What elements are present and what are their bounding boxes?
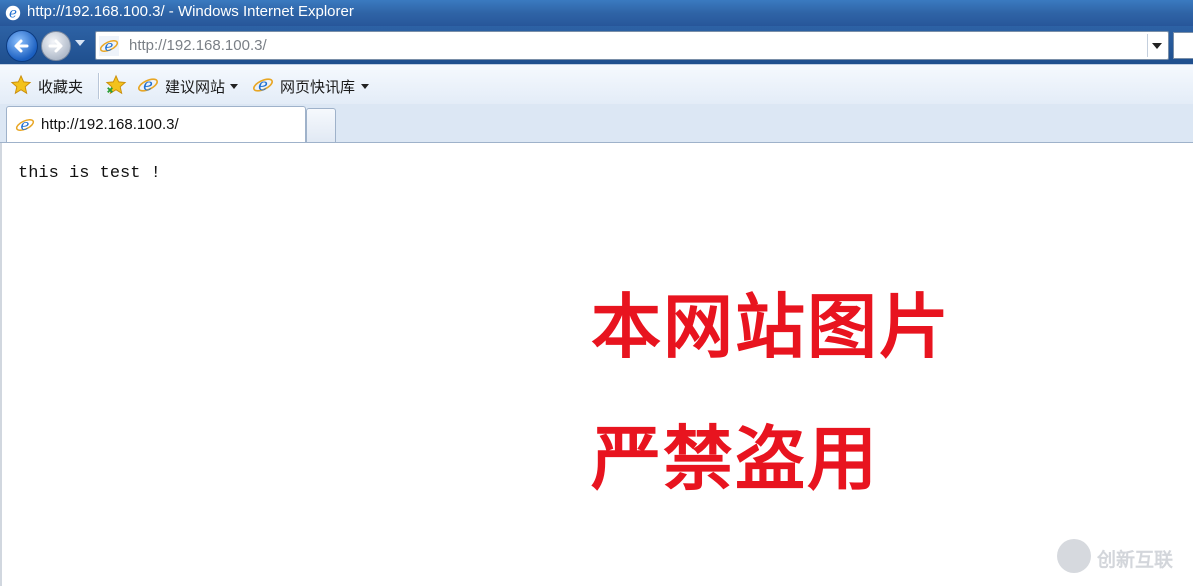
ie-icon: e [15, 116, 35, 134]
back-button[interactable] [6, 30, 38, 62]
page-body-text: this is test ! [18, 164, 161, 183]
navigation-bar: e http://192.168.100.3/ [0, 26, 1193, 64]
add-favorite-icon [105, 74, 127, 95]
watermark: 创新互联 [1057, 539, 1187, 575]
title-bar: e http://192.168.100.3/ - Windows Intern… [0, 0, 1193, 26]
ie-icon: e [99, 36, 119, 56]
star-icon [10, 74, 32, 95]
address-url[interactable]: http://192.168.100.3/ [129, 37, 267, 54]
history-dropdown-button[interactable] [75, 40, 85, 46]
forward-icon [48, 39, 63, 53]
svg-text:e: e [21, 116, 30, 134]
ie-icon: e [138, 76, 158, 95]
add-favorite-button[interactable] [105, 74, 131, 96]
web-slices-button[interactable]: e 网页快讯库 [252, 74, 376, 96]
tab-current[interactable]: e http://192.168.100.3/ [6, 106, 306, 142]
address-dropdown-button[interactable] [1152, 43, 1162, 49]
ie-icon: e [253, 76, 273, 95]
web-slices-label: 网页快讯库 [280, 79, 356, 96]
suggested-sites-label: 建议网站 [165, 79, 226, 96]
chevron-down-icon [361, 84, 369, 89]
copyright-warning-line2: 严禁盗用 [591, 418, 879, 500]
tab-bar: e http://192.168.100.3/ [0, 104, 1193, 143]
forward-button[interactable] [41, 31, 71, 61]
copyright-warning-line1: 本网站图片 [591, 286, 951, 368]
compatibility-view-button[interactable] [1173, 32, 1193, 59]
new-tab-button[interactable] [306, 108, 336, 142]
favorites-label: 收藏夹 [38, 79, 84, 96]
suggested-sites-button[interactable]: e 建议网站 [137, 74, 245, 96]
favorites-separator [98, 73, 99, 99]
address-separator [1147, 34, 1148, 57]
svg-text:e: e [105, 37, 114, 55]
favorites-button[interactable]: 收藏夹 [10, 74, 90, 96]
favorites-bar: 收藏夹 e 建议网站 e 网页快讯库 [0, 64, 1193, 105]
chevron-down-icon [230, 84, 238, 89]
svg-text:e: e [143, 76, 153, 95]
watermark-text: 创新互联 [1097, 550, 1174, 571]
window-title: http://192.168.100.3/ - Windows Internet… [27, 3, 354, 20]
ie-icon: e [5, 6, 21, 22]
svg-text:e: e [258, 76, 268, 95]
back-icon [14, 39, 29, 53]
address-bar[interactable]: e http://192.168.100.3/ [95, 31, 1169, 60]
svg-text:e: e [9, 6, 17, 22]
tab-label: http://192.168.100.3/ [41, 116, 179, 133]
watermark-logo-icon [1057, 539, 1091, 573]
